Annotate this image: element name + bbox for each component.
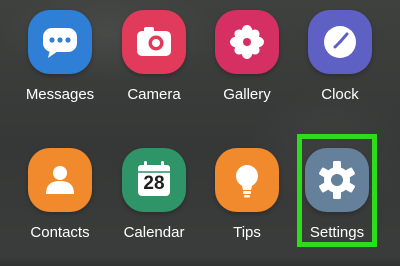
- settings-highlight-box: [297, 134, 377, 247]
- app-label-clock: Clock: [321, 86, 359, 103]
- gallery-icon: [215, 10, 279, 74]
- app-camera[interactable]: Camera: [110, 10, 198, 104]
- app-calendar[interactable]: 28 Calendar: [110, 148, 198, 242]
- messages-icon: [28, 10, 92, 74]
- calendar-icon: 28: [122, 148, 186, 212]
- app-label-tips: Tips: [233, 224, 261, 241]
- app-label-gallery: Gallery: [223, 86, 271, 103]
- lightbulb-icon: [215, 148, 279, 212]
- app-label-contacts: Contacts: [30, 224, 90, 241]
- app-label-messages: Messages: [25, 86, 95, 103]
- contacts-icon: [28, 148, 92, 212]
- app-gallery[interactable]: Gallery: [203, 10, 291, 104]
- calendar-day-number: 28: [143, 173, 165, 194]
- app-tips[interactable]: Tips: [203, 148, 291, 242]
- clock-icon: [308, 10, 372, 74]
- app-messages[interactable]: Messages: [16, 10, 104, 104]
- app-contacts[interactable]: Contacts: [16, 148, 104, 242]
- app-clock[interactable]: Clock: [296, 10, 384, 104]
- camera-icon: [122, 10, 186, 74]
- app-label-camera: Camera: [127, 86, 181, 103]
- bottom-shadow: [0, 256, 400, 266]
- app-label-calendar: Calendar: [123, 224, 185, 241]
